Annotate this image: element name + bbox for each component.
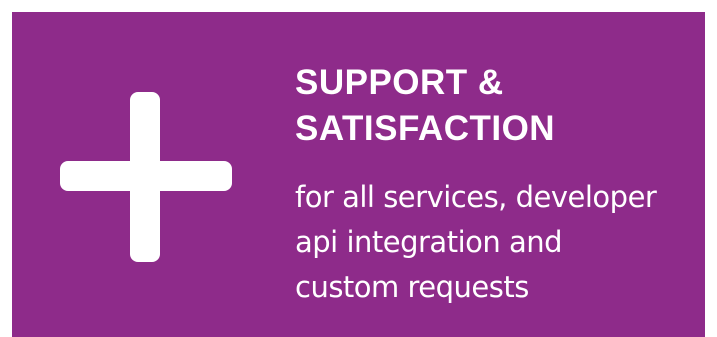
- banner-subtitle-line-3: custom requests: [295, 270, 529, 304]
- support-banner: SUPPORT & SATISFACTION for all services,…: [12, 12, 705, 337]
- banner-subtitle-line-2: api integration and: [295, 225, 563, 259]
- banner-heading-line-1: SUPPORT &: [295, 63, 504, 102]
- banner-subtitle: for all services, developer api integrat…: [295, 175, 657, 310]
- banner-heading: SUPPORT & SATISFACTION: [295, 60, 555, 152]
- plus-icon: [60, 92, 232, 262]
- banner-heading-line-2: SATISFACTION: [295, 109, 556, 148]
- plus-icon-horizontal-bar: [60, 161, 232, 191]
- banner-subtitle-line-1: for all services, developer: [295, 180, 657, 214]
